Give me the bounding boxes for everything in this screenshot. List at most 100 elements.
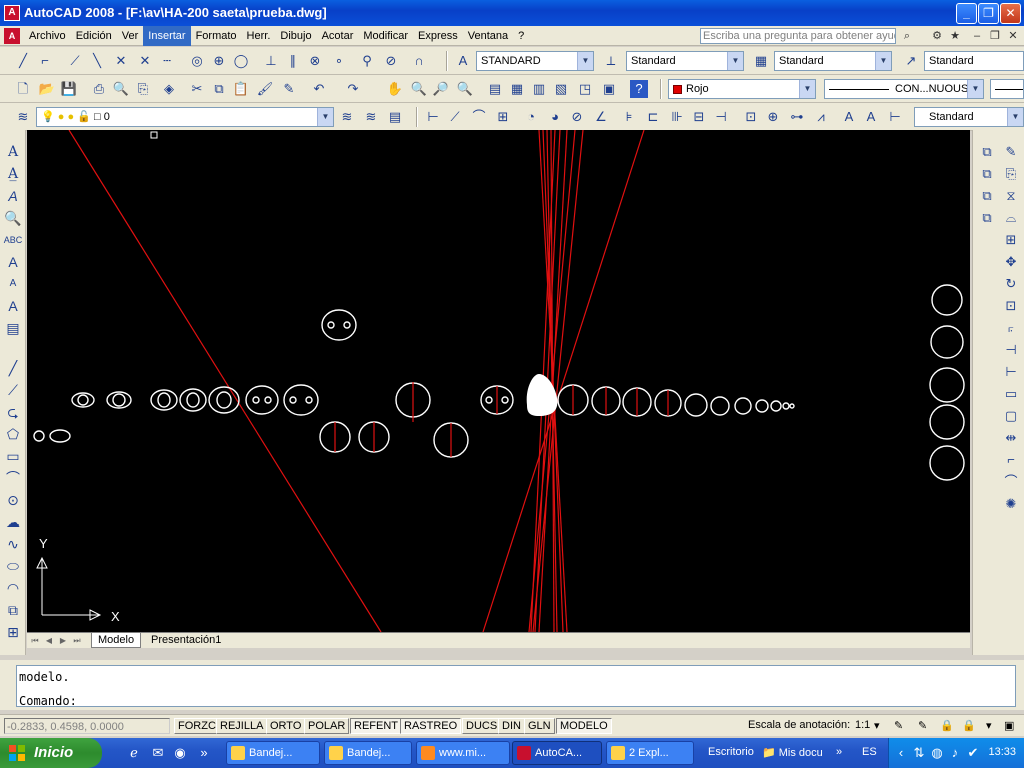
- menu-insertar[interactable]: Insertar: [143, 26, 191, 46]
- dim-break-icon[interactable]: ⊣: [712, 108, 730, 126]
- chevron-down-icon[interactable]: ▼: [875, 52, 891, 70]
- jogged-dim-icon[interactable]: ◕: [546, 108, 564, 126]
- document-icon[interactable]: A: [4, 28, 20, 44]
- spline-icon[interactable]: ∿: [3, 534, 23, 554]
- menu-help[interactable]: ?: [513, 26, 529, 46]
- line-icon[interactable]: ╱: [14, 52, 32, 70]
- layer-previous-icon[interactable]: ≋: [362, 108, 380, 126]
- extend-icon[interactable]: ⊢: [1001, 362, 1021, 382]
- 3d-dwf-icon[interactable]: ◈: [160, 80, 178, 98]
- continue-dim-icon[interactable]: ⊪: [668, 108, 686, 126]
- baseline-dim-icon[interactable]: ⊏: [644, 108, 662, 126]
- tool-palettes-icon[interactable]: ▥: [530, 80, 548, 98]
- fillet-icon[interactable]: ⌒: [1001, 472, 1021, 492]
- publish-icon[interactable]: ⎘: [134, 80, 152, 98]
- tangent-icon[interactable]: ◯: [232, 52, 250, 70]
- convert-text-icon[interactable]: ▤: [3, 318, 23, 338]
- jogged-linear-icon[interactable]: ⩘: [812, 108, 830, 126]
- snap-off-icon[interactable]: ⊘: [382, 52, 400, 70]
- lwt-toggle[interactable]: GLN: [524, 718, 555, 734]
- spell-check-icon[interactable]: ABC: [3, 230, 23, 250]
- layer-viewport-icon[interactable]: ●: [67, 111, 74, 123]
- stretch-icon[interactable]: ⟔: [1001, 318, 1021, 338]
- redo-icon[interactable]: ↷: [344, 80, 362, 98]
- make-object-layer-current-icon[interactable]: ≋: [338, 108, 356, 126]
- open-file-icon[interactable]: 📂: [38, 80, 56, 98]
- revision-cloud-icon[interactable]: ☁: [3, 512, 23, 532]
- layer-lock-icon[interactable]: 🔓: [77, 111, 91, 123]
- bring-above-icon[interactable]: ⧉: [977, 186, 997, 206]
- menu-archivo[interactable]: Archivo: [24, 26, 71, 46]
- dyn-toggle[interactable]: DIN: [498, 718, 525, 734]
- angular-dim-icon[interactable]: ∠: [592, 108, 610, 126]
- dim-text-edit-icon[interactable]: A: [862, 108, 880, 126]
- polyline-icon[interactable]: ⮎: [3, 402, 23, 422]
- match-properties-icon[interactable]: 🖌: [256, 80, 274, 98]
- menu-dibujo[interactable]: Dibujo: [275, 26, 316, 46]
- join-icon[interactable]: ⇹: [1001, 428, 1021, 448]
- layer-select[interactable]: 💡 ● ● 🔓 □ 0 ▼: [36, 107, 334, 127]
- copy-object-icon[interactable]: ⎘: [1001, 164, 1021, 184]
- autocad-app-icon[interactable]: A: [4, 5, 20, 21]
- design-center-icon[interactable]: ▦: [508, 80, 526, 98]
- polar-toggle[interactable]: POLAR: [304, 718, 350, 734]
- layer-freeze-icon[interactable]: ●: [58, 111, 65, 123]
- annotation-scale-value[interactable]: 1:1: [855, 719, 870, 731]
- line-icon[interactable]: ╱: [3, 358, 23, 378]
- security-icon[interactable]: ✔: [965, 745, 981, 761]
- inspection-icon[interactable]: ⊶: [788, 108, 806, 126]
- array-icon[interactable]: ⊞: [1001, 230, 1021, 250]
- doc-close-icon[interactable]: ✕: [1006, 29, 1020, 43]
- construction-line-icon[interactable]: ⟋: [66, 52, 84, 70]
- move-icon[interactable]: ✥: [1001, 252, 1021, 272]
- quick-dim-icon[interactable]: ⊧: [620, 108, 638, 126]
- lineweight-select[interactable]: [990, 79, 1024, 99]
- communication-center-icon[interactable]: ⚙: [930, 29, 944, 43]
- dim-style-icon[interactable]: ⟂: [602, 52, 620, 70]
- help-icon[interactable]: ?: [630, 80, 648, 98]
- rotate-icon[interactable]: ↻: [1001, 274, 1021, 294]
- edit-text-icon[interactable]: A: [3, 186, 23, 206]
- circle-icon[interactable]: ⊙: [3, 490, 23, 510]
- grid-toggle[interactable]: REJILLA: [216, 718, 268, 734]
- menu-ver[interactable]: Ver: [117, 26, 144, 46]
- annotation-visibility-icon[interactable]: ✎: [894, 719, 903, 732]
- ray-icon[interactable]: ╲: [88, 52, 106, 70]
- chevron-down-icon[interactable]: ▼: [727, 52, 743, 70]
- toolbar-lock-icon[interactable]: 🔒: [962, 719, 976, 732]
- command-prompt[interactable]: Comando:: [19, 694, 77, 708]
- node-icon[interactable]: ∘: [330, 52, 348, 70]
- menu-modificar[interactable]: Modificar: [358, 26, 413, 46]
- scale-text-icon[interactable]: A: [3, 274, 23, 294]
- antivirus-icon[interactable]: ◍: [929, 745, 945, 761]
- arc-length-icon[interactable]: ⌒: [470, 108, 488, 126]
- copy-icon[interactable]: ⧉: [210, 80, 228, 98]
- dim-space-icon[interactable]: ⊟: [690, 108, 708, 126]
- status-menu-icon[interactable]: ▾: [986, 719, 992, 732]
- linear-dim-icon[interactable]: ⊢: [424, 108, 442, 126]
- chevron-down-icon[interactable]: ▾: [874, 719, 880, 732]
- trim-icon[interactable]: ⊣: [1001, 340, 1021, 360]
- radius-dim-icon[interactable]: ◔: [522, 108, 540, 126]
- rectangle-icon[interactable]: ▭: [3, 446, 23, 466]
- clean-screen-icon[interactable]: ▣: [1004, 719, 1014, 732]
- layer-on-icon[interactable]: 💡: [41, 111, 55, 123]
- cross-icon[interactable]: ✕: [136, 52, 154, 70]
- chevron-down-icon[interactable]: ▼: [577, 52, 593, 70]
- mleader-style-icon[interactable]: ↗: [902, 52, 920, 70]
- documents-toolbar-label[interactable]: 📁 Mis docu: [762, 746, 823, 759]
- menu-express[interactable]: Express: [413, 26, 463, 46]
- lock-icon[interactable]: 🔒: [940, 719, 954, 732]
- break-icon[interactable]: ▢: [1001, 406, 1021, 426]
- aligned-dim-icon[interactable]: ⟋: [446, 108, 464, 126]
- magnet-icon[interactable]: ∩: [410, 52, 428, 70]
- pan-icon[interactable]: ✋: [386, 80, 404, 98]
- find-icon[interactable]: 🔍: [3, 208, 23, 228]
- ellipse-arc-icon[interactable]: ◠: [3, 578, 23, 598]
- zoom-window-icon[interactable]: 🔎: [432, 80, 450, 98]
- paste-icon[interactable]: 📋: [232, 80, 250, 98]
- draw-order-front-icon[interactable]: ⧉: [977, 142, 997, 162]
- more-toolbars-icon[interactable]: »: [836, 746, 842, 758]
- zoom-realtime-icon[interactable]: 🔍: [410, 80, 428, 98]
- dim-style-select[interactable]: Standard ▼: [626, 51, 744, 71]
